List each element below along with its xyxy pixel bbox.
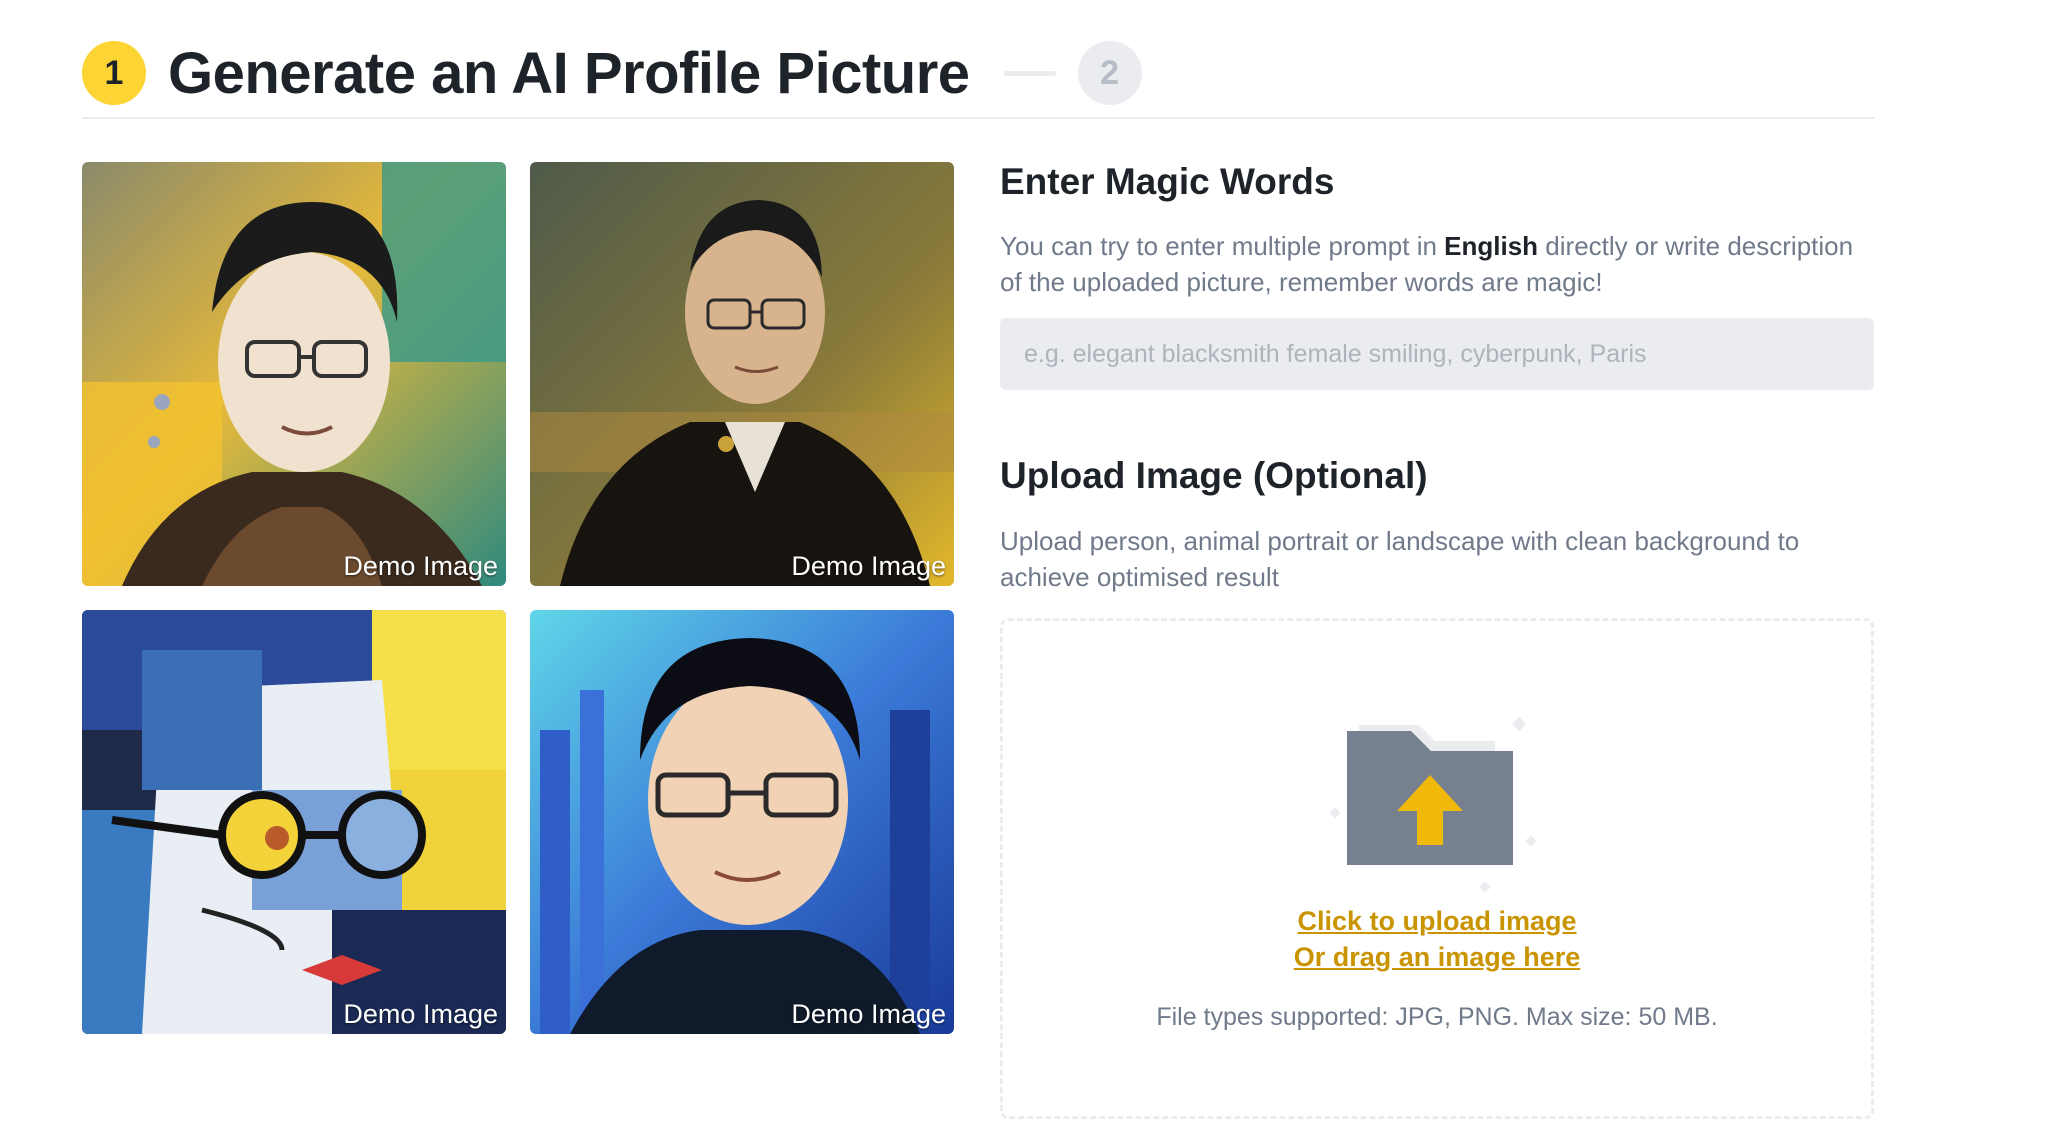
step-1-indicator: 1 [82,41,146,105]
upload-title: Upload Image (Optional) [1000,455,1428,497]
demo-image-card: Demo Image [82,162,506,586]
demo-image-label: Demo Image [791,551,946,581]
demo-image-label: Demo Image [343,551,498,581]
step-connector [1003,70,1056,76]
demo-portrait-image [82,162,506,586]
demo-image-card: Demo Image [530,610,954,1034]
magic-words-description: You can try to enter multiple prompt in … [1000,228,1874,300]
drag-image-link[interactable]: Or drag an image here [1294,939,1581,975]
prompt-panel: Enter Magic Words You can try to enter m… [1000,160,1874,595]
stepper-header: 1 Generate an AI Profile Picture 2 [82,25,1874,121]
step-2-indicator: 2 [1077,41,1142,105]
demo-image-label: Demo Image [343,999,498,1029]
file-types-hint: File types supported: JPG, PNG. Max size… [1156,1003,1718,1031]
folder-upload-icon [1329,716,1537,893]
demo-gallery: Demo Image Demo Image Demo Image Demo Im… [82,162,955,1035]
demo-portrait-image [82,610,506,1034]
magic-words-title: Enter Magic Words [1000,161,1335,202]
upload-dropzone[interactable]: Click to upload image Or drag an image h… [1000,618,1874,1119]
magic-words-desc-before: You can try to enter multiple prompt in [1000,231,1445,262]
demo-image-label: Demo Image [791,999,946,1029]
demo-image-card: Demo Image [82,610,506,1034]
upload-description: Upload person, animal portrait or landsc… [1000,525,1800,592]
page-title: Generate an AI Profile Picture [168,40,970,106]
click-to-upload-link[interactable]: Click to upload image [1297,903,1576,939]
header-divider [82,117,1874,119]
demo-portrait-image [530,610,954,1034]
prompt-input[interactable] [1000,318,1874,391]
page: 1 Generate an AI Profile Picture 2 Demo … [0,0,2048,1124]
demo-portrait-image [530,162,954,586]
magic-words-desc-emphasis: English [1444,231,1539,262]
demo-image-card: Demo Image [530,162,954,586]
